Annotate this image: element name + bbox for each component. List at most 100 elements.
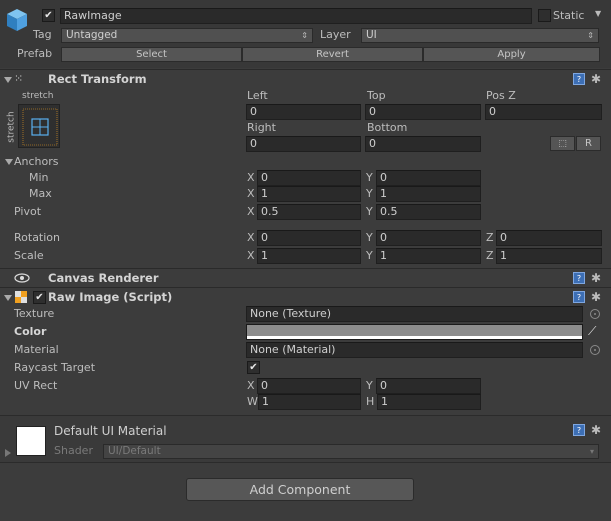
pivot-label: Pivot bbox=[14, 205, 42, 218]
uv-h-label: H bbox=[366, 395, 375, 408]
anchors-label[interactable]: Anchors bbox=[14, 155, 59, 169]
axis-x-label: X bbox=[247, 171, 255, 184]
prefab-revert-button[interactable]: Revert bbox=[242, 47, 423, 62]
axis-y-label: Y bbox=[366, 231, 373, 244]
gear-icon[interactable]: ✱ bbox=[590, 272, 602, 284]
anchor-min-x-field[interactable]: 0 bbox=[257, 170, 361, 186]
layer-dropdown[interactable]: UI ⇕ bbox=[361, 28, 599, 43]
raw-image-enabled-toggle[interactable]: ✔ bbox=[33, 291, 46, 304]
help-icon[interactable]: ? bbox=[573, 272, 585, 284]
help-icon[interactable]: ? bbox=[573, 424, 585, 436]
rotation-y-field[interactable]: 0 bbox=[376, 230, 481, 246]
raw-edit-button[interactable]: R bbox=[576, 136, 601, 151]
gameobject-cube-icon bbox=[7, 9, 27, 31]
shader-dropdown[interactable]: UI/Default ▾ bbox=[103, 444, 599, 459]
max-label: Max bbox=[29, 187, 52, 200]
name-field[interactable]: RawImage bbox=[60, 8, 532, 24]
rect-transform-icon: ⁙ bbox=[14, 72, 24, 85]
material-label: Material bbox=[14, 343, 59, 356]
gear-icon[interactable]: ✱ bbox=[590, 291, 602, 303]
texture-label: Texture bbox=[14, 307, 55, 320]
pivot-x-field[interactable]: 0.5 bbox=[257, 204, 361, 220]
gameobject-header: ✔ RawImage Static ▼ Tag Untagged ⇕ Layer… bbox=[0, 0, 611, 68]
posz-label: Pos Z bbox=[486, 89, 516, 102]
raycast-target-toggle[interactable]: ✔ bbox=[247, 361, 260, 374]
color-field[interactable] bbox=[246, 324, 583, 340]
material-name: Default UI Material bbox=[54, 424, 167, 438]
right-field[interactable]: 0 bbox=[246, 136, 361, 152]
rotation-z-field[interactable]: 0 bbox=[496, 230, 602, 246]
axis-y-label: Y bbox=[366, 205, 373, 218]
shader-label: Shader bbox=[54, 444, 93, 457]
static-dropdown-icon[interactable]: ▼ bbox=[595, 9, 601, 18]
tag-dropdown[interactable]: Untagged ⇕ bbox=[61, 28, 313, 43]
active-toggle[interactable]: ✔ bbox=[42, 9, 55, 22]
object-picker-icon[interactable] bbox=[590, 345, 600, 355]
color-swatch bbox=[247, 325, 582, 336]
shader-value: UI/Default bbox=[108, 445, 161, 457]
section-divider bbox=[0, 462, 611, 463]
axis-x-label: X bbox=[247, 187, 255, 200]
prefab-label: Prefab bbox=[17, 47, 53, 60]
axis-z-label: Z bbox=[486, 231, 494, 244]
prefab-apply-button[interactable]: Apply bbox=[423, 47, 600, 62]
material-object-field[interactable]: None (Material) bbox=[246, 342, 583, 358]
blueprint-mode-button[interactable]: ⬚ bbox=[550, 136, 575, 151]
material-preview-section: Default UI Material Shader UI/Default ▾ … bbox=[0, 416, 611, 462]
rect-transform-title: Rect Transform bbox=[48, 72, 147, 86]
eyedropper-icon[interactable]: ⟋ bbox=[588, 324, 596, 339]
foldout-arrow-icon[interactable] bbox=[4, 77, 12, 83]
texture-object-field[interactable]: None (Texture) bbox=[246, 306, 583, 322]
add-component-button[interactable]: Add Component bbox=[186, 478, 414, 501]
axis-z-label: Z bbox=[486, 249, 494, 262]
left-label: Left bbox=[247, 89, 268, 102]
axis-x-label: X bbox=[247, 249, 255, 262]
uv-w-field[interactable]: 1 bbox=[258, 394, 361, 410]
static-toggle[interactable] bbox=[538, 9, 551, 22]
axis-x-label: X bbox=[247, 231, 255, 244]
scale-z-field[interactable]: 1 bbox=[496, 248, 602, 264]
rotation-x-field[interactable]: 0 bbox=[257, 230, 361, 246]
uv-x-field[interactable]: 0 bbox=[257, 378, 361, 394]
rotation-label: Rotation bbox=[14, 231, 61, 244]
raw-image-title: Raw Image (Script) bbox=[48, 290, 173, 304]
help-icon[interactable]: ? bbox=[573, 73, 585, 85]
raw-image-header[interactable]: ✔ Raw Image (Script) ? ✱ bbox=[0, 287, 611, 305]
left-field[interactable]: 0 bbox=[246, 104, 361, 120]
uv-h-field[interactable]: 1 bbox=[377, 394, 481, 410]
dropdown-arrow-icon: ▾ bbox=[589, 447, 594, 456]
min-label: Min bbox=[29, 171, 49, 184]
tag-value: Untagged bbox=[66, 29, 118, 41]
scale-x-field[interactable]: 1 bbox=[257, 248, 361, 264]
rect-transform-header[interactable]: ⁙ Rect Transform ? ✱ bbox=[0, 69, 611, 87]
axis-x-label: X bbox=[247, 205, 255, 218]
prefab-select-button[interactable]: Select bbox=[61, 47, 242, 62]
help-icon[interactable]: ? bbox=[573, 291, 585, 303]
layer-value: UI bbox=[366, 29, 377, 41]
canvas-renderer-header[interactable]: Canvas Renderer ? ✱ bbox=[0, 268, 611, 286]
axis-y-label: Y bbox=[366, 171, 373, 184]
anchor-max-x-field[interactable]: 1 bbox=[257, 186, 361, 202]
anchor-max-y-field[interactable]: 1 bbox=[376, 186, 481, 202]
anchor-presets-button[interactable] bbox=[18, 104, 60, 148]
posz-field[interactable]: 0 bbox=[485, 104, 602, 120]
anchor-vertical-label: stretch bbox=[6, 111, 17, 143]
color-label: Color bbox=[14, 325, 47, 338]
anchor-min-y-field[interactable]: 0 bbox=[376, 170, 481, 186]
anchors-foldout-icon[interactable] bbox=[5, 159, 13, 165]
material-foldout-icon[interactable] bbox=[5, 449, 11, 457]
gear-icon[interactable]: ✱ bbox=[590, 424, 602, 436]
pivot-y-field[interactable]: 0.5 bbox=[376, 204, 481, 220]
uv-w-label: W bbox=[247, 395, 258, 408]
alpha-bar bbox=[247, 336, 582, 339]
top-field[interactable]: 0 bbox=[365, 104, 481, 120]
object-picker-icon[interactable] bbox=[590, 309, 600, 319]
material-thumbnail bbox=[16, 426, 46, 456]
uv-y-field[interactable]: 0 bbox=[376, 378, 481, 394]
anchor-horizontal-label: stretch bbox=[22, 91, 54, 101]
bottom-field[interactable]: 0 bbox=[365, 136, 481, 152]
gear-icon[interactable]: ✱ bbox=[590, 73, 602, 85]
foldout-arrow-icon[interactable] bbox=[4, 295, 12, 301]
raycast-target-label: Raycast Target bbox=[14, 361, 96, 374]
scale-y-field[interactable]: 1 bbox=[376, 248, 481, 264]
